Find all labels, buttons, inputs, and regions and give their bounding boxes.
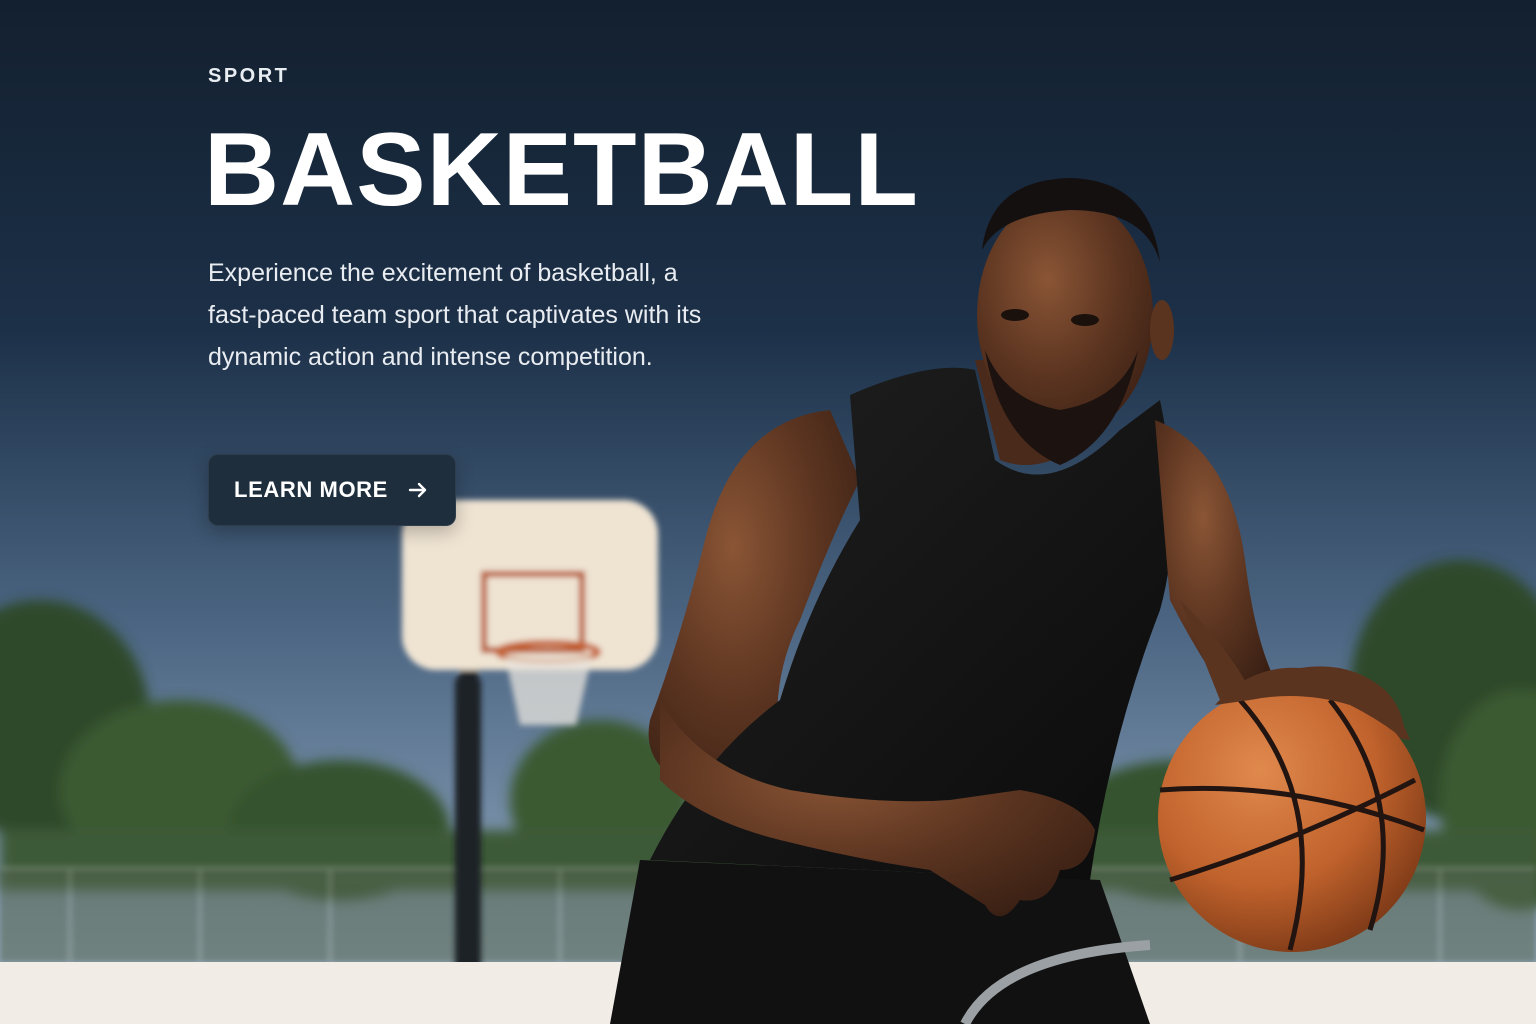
hero-title: BASKETBALL [204,112,919,228]
hero-description: Experience the excitement of basketball,… [208,259,702,371]
hero-section: SPORT BASKETBALL Experience the exciteme… [0,0,1536,1024]
learn-more-button[interactable]: LEARN MORE [208,454,456,526]
hero-copy: SPORT BASKETBALL Experience the exciteme… [204,60,968,378]
arrow-right-icon [406,478,430,502]
category-label: SPORT [208,65,290,87]
learn-more-label: LEARN MORE [234,477,388,502]
